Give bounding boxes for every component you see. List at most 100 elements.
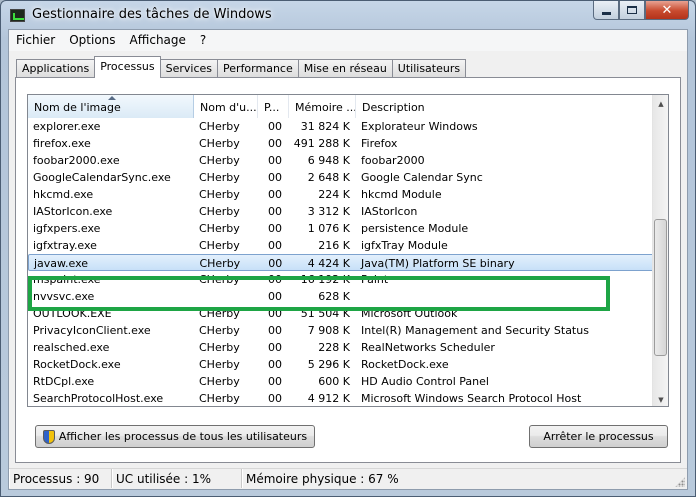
cell-name: OUTLOOK.EXE [33, 307, 112, 320]
cell-cpu: 00 [268, 341, 282, 354]
table-row[interactable]: RtDCpl.exe CHerby 00 600 K HD Audio Control … [28, 373, 654, 390]
tab-mise-en-reseau[interactable]: Mise en réseau [297, 59, 393, 78]
cell-cpu: 00 [268, 137, 282, 150]
sort-ascending-icon [108, 96, 116, 100]
cell-user: CHerby [199, 154, 240, 167]
shield-icon [42, 429, 55, 444]
cell-user: CHerby [199, 324, 240, 337]
end-process-button[interactable]: Arrêter le processus [529, 425, 668, 448]
cell-name: foobar2000.exe [33, 154, 120, 167]
table-row[interactable]: IAStorIcon.exe CHerby 00 3 312 K IAStorIcon [28, 203, 654, 220]
cell-user: CHerby [199, 358, 240, 371]
table-row[interactable]: igfxtray.exe CHerby 00 216 K igfxTray Module [28, 237, 654, 254]
cell-memory: 491 288 K [293, 137, 350, 150]
column-memory[interactable]: Mémoire ... [289, 95, 356, 118]
process-list[interactable]: Nom de l'image Nom d'u... P... Mémoire .… [27, 94, 669, 407]
cell-name: nvvsvc.exe [33, 290, 95, 303]
menu-affichage[interactable]: Affichage [123, 30, 193, 51]
cell-cpu: 00 [268, 392, 282, 405]
cell-user: CHerby [199, 239, 240, 252]
client-area: Fichier Options Affichage ? Applications… [8, 29, 688, 490]
scroll-thumb[interactable] [654, 219, 667, 356]
tab-services[interactable]: Services [159, 59, 219, 78]
cell-cpu: 00 [268, 154, 282, 167]
table-row-selected[interactable]: javaw.exe CHerby 00 4 424 K Java(TM) Platfor… [28, 254, 654, 271]
cell-description: RealNetworks Scheduler [361, 341, 495, 354]
process-rows: explorer.exe CHerby 00 31 824 K Explorateur … [28, 118, 654, 406]
cell-name: PrivacyIconClient.exe [33, 324, 151, 337]
maximize-button[interactable] [619, 1, 645, 20]
table-row[interactable]: RocketDock.exe CHerby 00 5 296 K RocketDock.… [28, 356, 654, 373]
cell-user: CHerby [199, 120, 240, 133]
status-cpu-usage: UC utilisée : 1% [112, 469, 242, 488]
table-row[interactable]: OUTLOOK.EXE CHerby 00 51 504 K Microsoft Out… [28, 305, 654, 322]
cell-description: Microsoft Outlook [361, 307, 458, 320]
resize-grip-icon[interactable] [675, 477, 685, 487]
table-row[interactable]: realsched.exe CHerby 00 228 K RealNetworks S… [28, 339, 654, 356]
cell-description [356, 288, 654, 305]
cell-cpu: 00 [268, 120, 282, 133]
cell-user: CHerby [199, 257, 241, 270]
cell-name: igfxtray.exe [33, 239, 97, 252]
table-row[interactable]: SearchProtocolHost.exe CHerby 00 4 912 K Mic… [28, 390, 654, 406]
cell-description: Intel(R) Management and Security Status [361, 324, 589, 337]
table-row[interactable]: PrivacyIconClient.exe CHerby 00 7 908 K Inte… [28, 322, 654, 339]
cell-cpu: 00 [268, 290, 282, 303]
table-row[interactable]: firefox.exe CHerby 00 491 288 K Firefox [28, 135, 654, 152]
minimize-icon [601, 11, 611, 15]
table-row[interactable]: foobar2000.exe CHerby 00 6 948 K foobar2000 [28, 152, 654, 169]
cell-name: igfxpers.exe [33, 222, 101, 235]
cell-description: IAStorIcon [361, 205, 418, 218]
caption-buttons: ✕ [593, 1, 689, 20]
cell-user: CHerby [199, 307, 240, 320]
cell-memory: 31 824 K [300, 120, 350, 133]
cell-user [194, 288, 258, 305]
scroll-up-icon[interactable]: ▲ [653, 95, 668, 112]
menu-bar: Fichier Options Affichage ? [9, 30, 687, 51]
cell-memory: 216 K [318, 239, 350, 252]
tab-utilisateurs[interactable]: Utilisateurs [391, 59, 467, 78]
table-row[interactable]: nvvsvc.exe 00 628 K [28, 288, 654, 305]
column-description[interactable]: Description [356, 95, 654, 118]
cell-description: igfxTray Module [361, 239, 448, 252]
cell-user: CHerby [199, 273, 240, 286]
cell-memory: 1 076 K [307, 222, 350, 235]
show-all-processes-button[interactable]: Afficher les processus de tous les utili… [35, 425, 315, 448]
cell-description: HD Audio Control Panel [361, 375, 489, 388]
tab-performance[interactable]: Performance [217, 59, 299, 78]
cell-memory: 228 K [318, 341, 350, 354]
scroll-down-icon[interactable]: ▼ [653, 391, 668, 406]
cell-name: IAStorIcon.exe [33, 205, 113, 218]
table-row[interactable]: explorer.exe CHerby 00 31 824 K Explorateur … [28, 118, 654, 135]
cell-name: explorer.exe [33, 120, 101, 133]
table-row[interactable]: mspaint.exe CHerby 00 16 192 K Paint [28, 271, 654, 288]
cell-memory: 224 K [318, 188, 350, 201]
title-bar[interactable]: Gestionnaire des tâches de Windows ✕ [1, 1, 695, 29]
column-headers: Nom de l'image Nom d'u... P... Mémoire .… [28, 95, 654, 118]
tab-applications[interactable]: Applications [16, 59, 96, 78]
cell-description: Explorateur Windows [361, 120, 478, 133]
tab-processus[interactable]: Processus [94, 56, 161, 78]
menu-help[interactable]: ? [193, 30, 213, 51]
cell-memory: 16 192 K [300, 273, 350, 286]
menu-fichier[interactable]: Fichier [9, 30, 62, 51]
column-cpu[interactable]: P... [258, 95, 289, 118]
close-button[interactable]: ✕ [645, 1, 689, 20]
cell-user: CHerby [199, 392, 240, 405]
table-row[interactable]: igfxpers.exe CHerby 00 1 076 K persistence M… [28, 220, 654, 237]
cell-description: Microsoft Windows Search Protocol Host [361, 392, 582, 405]
table-row[interactable]: hkcmd.exe CHerby 00 224 K hkcmd Module [28, 186, 654, 203]
column-user-name[interactable]: Nom d'u... [194, 95, 258, 118]
cell-name: GoogleCalendarSync.exe [33, 171, 171, 184]
menu-options[interactable]: Options [62, 30, 122, 51]
table-row[interactable]: GoogleCalendarSync.exe CHerby 00 2 648 K Goo… [28, 169, 654, 186]
cell-user: CHerby [199, 341, 240, 354]
cell-user: CHerby [199, 375, 240, 388]
cell-description: foobar2000 [361, 154, 425, 167]
cell-cpu: 00 [268, 257, 283, 270]
cell-description: Java(TM) Platform SE binary [360, 257, 515, 270]
tab-strip: Applications Processus Services Performa… [16, 56, 467, 78]
column-image-name[interactable]: Nom de l'image [28, 95, 194, 118]
minimize-button[interactable] [593, 1, 619, 20]
vertical-scrollbar[interactable]: ▲ ▼ [652, 95, 668, 406]
